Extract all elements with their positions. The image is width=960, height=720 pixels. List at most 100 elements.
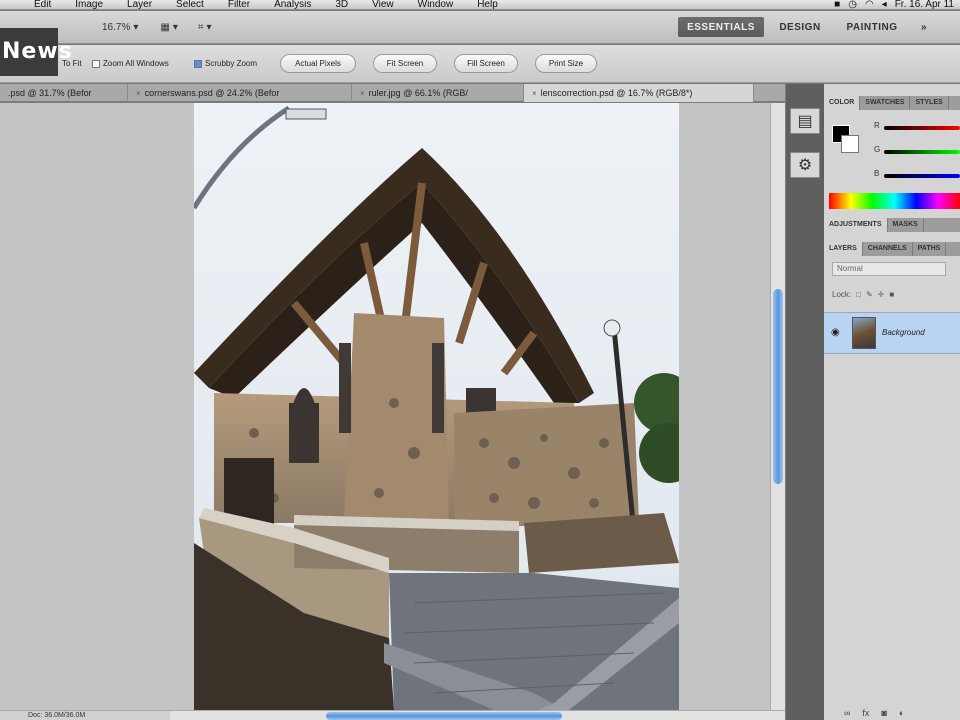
- layer-row-background[interactable]: ◉ Background: [824, 312, 960, 354]
- menu-filter[interactable]: Filter: [216, 0, 262, 9]
- tab-swatches[interactable]: SWATCHES: [860, 96, 911, 110]
- scrubby-zoom-checkbox[interactable]: [194, 59, 202, 68]
- tab-paths[interactable]: PATHS: [913, 242, 947, 256]
- tab-channels[interactable]: CHANNELS: [863, 242, 913, 256]
- red-slider[interactable]: [884, 126, 960, 130]
- menubar-clock[interactable]: Fr. 16. Apr 11: [895, 0, 954, 9]
- lock-options: Lock: □ ✎ ✛ ■: [832, 290, 894, 299]
- wifi-icon[interactable]: ◠: [865, 0, 874, 9]
- layers-panel-tabs: LAYERS CHANNELS PATHS: [824, 242, 960, 256]
- scrubby-zoom-option[interactable]: Scrubby Zoom: [194, 59, 257, 68]
- close-icon[interactable]: ×: [532, 89, 537, 98]
- blend-mode-select[interactable]: Normal: [832, 262, 946, 276]
- blend-mode-value: Normal: [837, 264, 863, 273]
- menu-layer[interactable]: Layer: [115, 0, 164, 9]
- document-tab[interactable]: × cornerswans.psd @ 24.2% (Befor: [128, 84, 352, 102]
- document-canvas-area[interactable]: [0, 103, 770, 710]
- building-photo-illustration: [194, 103, 679, 710]
- horizontal-scroll-thumb[interactable]: [326, 712, 562, 720]
- history-panel-icon[interactable]: ▤: [790, 108, 820, 134]
- menu-analysis[interactable]: Analysis: [262, 0, 323, 9]
- vertical-scroll-thumb[interactable]: [773, 289, 783, 484]
- clock-icon[interactable]: ◷: [848, 0, 857, 9]
- workspace-essentials[interactable]: ESSENTIALS: [678, 17, 764, 37]
- zoom-all-label: Zoom All Windows: [103, 59, 169, 68]
- vertical-scrollbar[interactable]: [770, 103, 785, 710]
- print-size-button[interactable]: Print Size: [535, 54, 597, 73]
- tab-label: lenscorrection.psd @ 16.7% (RGB/8*): [540, 88, 693, 98]
- workspace-painting[interactable]: PAINTING: [836, 17, 908, 37]
- workspace-design[interactable]: DESIGN: [770, 17, 830, 37]
- add-mask-icon[interactable]: ◙: [881, 708, 886, 718]
- workspace-more-icon[interactable]: »: [912, 17, 936, 37]
- layer-thumbnail: [852, 317, 876, 349]
- document-tab[interactable]: × ruler.jpg @ 66.1% (RGB/: [352, 84, 524, 102]
- menu-image[interactable]: Image: [63, 0, 115, 9]
- tab-label: cornerswans.psd @ 24.2% (Befor: [144, 88, 280, 98]
- arrange-icon: ▦: [160, 21, 170, 33]
- green-slider-label: G: [874, 145, 881, 154]
- zoom-all-windows-option[interactable]: Zoom All Windows: [92, 59, 169, 68]
- green-slider[interactable]: [884, 150, 960, 154]
- tab-styles[interactable]: STYLES: [910, 96, 949, 110]
- menu-view[interactable]: View: [360, 0, 406, 9]
- document-tab[interactable]: .psd @ 31.7% (Befor: [0, 84, 128, 102]
- blue-slider-label: B: [874, 169, 880, 178]
- photoshop-window: Edit Image Layer Select Filter Analysis …: [0, 0, 960, 720]
- color-spectrum-ramp[interactable]: [829, 193, 960, 209]
- chevron-down-icon: ▾: [172, 21, 178, 33]
- layer-style-icon[interactable]: fx: [862, 708, 869, 718]
- tab-layers[interactable]: LAYERS: [824, 242, 863, 256]
- zoom-level-value: 16.7%: [102, 21, 131, 33]
- document-image[interactable]: [194, 103, 679, 710]
- document-tab-active[interactable]: × lenscorrection.psd @ 16.7% (RGB/8*): [524, 84, 754, 102]
- tab-label: ruler.jpg @ 66.1% (RGB/: [368, 88, 468, 98]
- horizontal-scrollbar[interactable]: Doc: 36.0M/36.0M: [0, 710, 785, 720]
- layers-panel-footer: ∞ fx ◙ ◐: [844, 708, 904, 718]
- tab-label: .psd @ 31.7% (Befor: [8, 88, 92, 98]
- arrange-documents-dropdown[interactable]: ▦ ▾: [160, 22, 177, 33]
- tab-color[interactable]: COLOR: [824, 96, 861, 110]
- zoom-all-checkbox[interactable]: [92, 59, 100, 68]
- options-bar: To Fit Zoom All Windows Scrubby Zoom Act…: [0, 45, 960, 83]
- fill-screen-button[interactable]: Fill Screen: [454, 54, 518, 73]
- menubar-status-area: ■ ◷ ◠ ◂ Fr. 16. Apr 11: [834, 0, 960, 9]
- zoom-level-dropdown[interactable]: 16.7% ▾: [102, 22, 138, 33]
- adjustment-layer-icon[interactable]: ◐: [899, 708, 904, 718]
- link-layers-icon[interactable]: ∞: [844, 708, 850, 718]
- screen-mode-dropdown[interactable]: ⌗ ▾: [198, 22, 212, 33]
- close-icon[interactable]: ×: [136, 89, 141, 98]
- menu-edit[interactable]: Edit: [0, 0, 63, 9]
- background-color-swatch[interactable]: [841, 135, 859, 153]
- color-panel-tabs: COLOR SWATCHES STYLES: [824, 96, 960, 110]
- close-icon[interactable]: ×: [360, 89, 365, 98]
- collapsed-panel-dock: ▤ ⚙: [786, 84, 824, 720]
- volume-icon[interactable]: ◂: [882, 0, 887, 9]
- visibility-eye-icon[interactable]: ◉: [831, 327, 840, 338]
- document-tab-bar: .psd @ 31.7% (Befor × cornerswans.psd @ …: [0, 84, 785, 102]
- lock-move-icon[interactable]: ✛: [878, 290, 885, 299]
- tab-masks[interactable]: MASKS: [888, 218, 924, 232]
- app-status-icon[interactable]: ■: [834, 0, 840, 9]
- news-watermark-logo: News: [0, 28, 72, 76]
- chevron-down-icon: ▾: [133, 21, 139, 33]
- scrubby-zoom-label: Scrubby Zoom: [205, 59, 258, 68]
- adjustments-panel-tabs: ADJUSTMENTS MASKS: [824, 218, 960, 232]
- application-bar: 16.7% ▾ ▦ ▾ ⌗ ▾ ESSENTIALS DESIGN PAINTI…: [0, 11, 960, 44]
- lock-all-icon[interactable]: ■: [889, 290, 894, 299]
- menu-help[interactable]: Help: [465, 0, 510, 9]
- actions-panel-icon[interactable]: ⚙: [790, 152, 820, 178]
- menu-window[interactable]: Window: [406, 0, 466, 9]
- lock-label: Lock:: [832, 290, 852, 299]
- blue-slider[interactable]: [884, 174, 960, 178]
- fit-screen-button[interactable]: Fit Screen: [373, 54, 437, 73]
- screen-mode-icon: ⌗: [197, 21, 204, 33]
- menu-3d[interactable]: 3D: [323, 0, 360, 9]
- document-size-status: Doc: 36.0M/36.0M: [0, 711, 170, 720]
- actual-pixels-button[interactable]: Actual Pixels: [280, 54, 356, 73]
- red-slider-label: R: [874, 121, 880, 130]
- lock-paint-icon[interactable]: ✎: [866, 290, 873, 299]
- tab-adjustments[interactable]: ADJUSTMENTS: [824, 218, 888, 232]
- lock-transparency-icon[interactable]: □: [856, 290, 861, 299]
- menu-select[interactable]: Select: [164, 0, 216, 9]
